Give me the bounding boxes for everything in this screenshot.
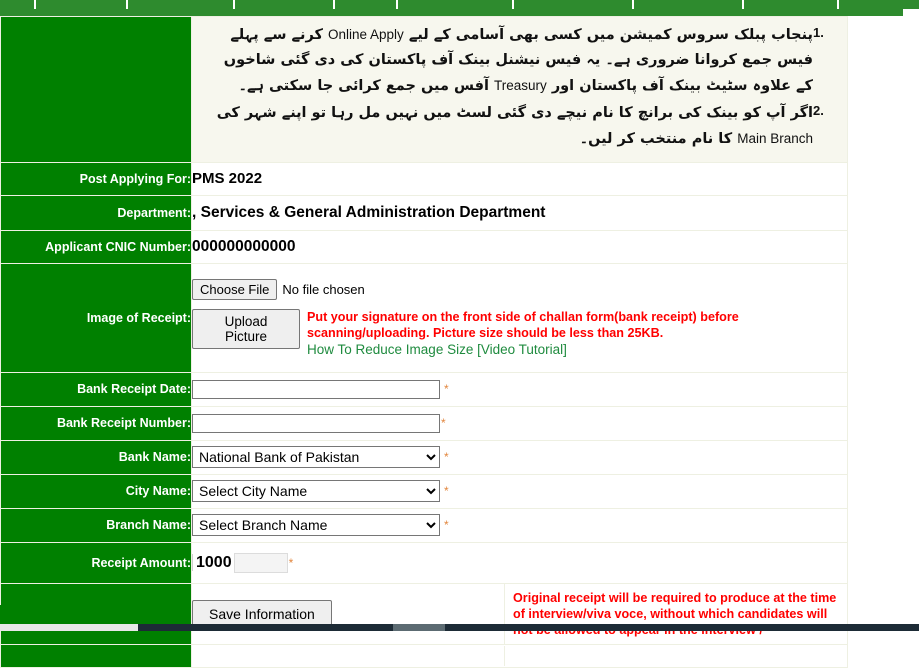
image-upload-group: Choose File No file chosen Upload Picture…: [192, 272, 847, 364]
instruction-item-2: 2. اگر آپ کو بینک کی برانچ کا نام نیچے د…: [202, 101, 835, 152]
city-name-select[interactable]: Select City Name: [192, 480, 440, 503]
instructions-cell: 1. پنجاب پبلک سروس کمیشن میں کسی بھی آسا…: [191, 16, 848, 163]
bank-name-cell: National Bank of Pakistan *: [191, 439, 848, 475]
instruction-2-seg-a: اگر آپ کو بینک کی برانچ کا نام نیچے دی گ…: [216, 105, 813, 122]
receipt-number-cell: *: [191, 405, 848, 441]
receipt-date-cell: *: [191, 371, 848, 407]
trailing-label-spacer: [0, 644, 192, 668]
post-applying-value: PMS 2022: [191, 161, 848, 196]
instruction-2-number: 2.: [813, 103, 824, 119]
table-row-receipt-number: Bank Receipt Number: *: [0, 405, 848, 441]
urdu-instructions-box: 1. پنجاب پبلک سروس کمیشن میں کسی بھی آسا…: [192, 17, 847, 162]
instruction-1-seg-a: پنجاب پبلک سروس کمیشن میں کسی بھی آسامی …: [403, 27, 813, 43]
nav-item-8[interactable]: [634, 0, 744, 9]
table-row-bank-name: Bank Name: National Bank of Pakistan *: [0, 439, 848, 475]
receipt-number-label: Bank Receipt Number:: [0, 405, 192, 441]
save-row-cell: Save Information Original receipt will b…: [191, 582, 848, 646]
file-picker-row: Choose File No file chosen: [192, 278, 847, 300]
instruction-item-1: 1. پنجاب پبلک سروس کمیشن میں کسی بھی آسا…: [202, 23, 835, 99]
table-row-department: Department: , Services & General Adminis…: [0, 194, 848, 231]
bank-name-select[interactable]: National Bank of Pakistan: [192, 446, 440, 469]
department-value: , Services & General Administration Depa…: [191, 194, 848, 231]
receipt-number-input[interactable]: [192, 413, 440, 433]
receipt-amount-label: Receipt Amount:: [0, 541, 192, 584]
table-row-post-applying: Post Applying For: PMS 2022: [0, 161, 848, 196]
choose-file-button[interactable]: Choose File: [192, 278, 278, 300]
receipt-amount-cell: 1000 *: [191, 541, 848, 584]
receipt-number-required-marker: *: [441, 416, 446, 431]
upload-warning-text: Put your signature on the front side of …: [307, 309, 739, 340]
receipt-amount-value: 1000: [192, 553, 232, 571]
upload-picture-row: Upload Picture Put your signature on the…: [192, 308, 847, 358]
instruction-2-en-main-branch: Main Branch: [737, 130, 813, 146]
save-row-inner-table: Save Information Original receipt will b…: [192, 583, 847, 645]
city-name-cell: Select City Name *: [191, 473, 848, 509]
trailing-inner-row: [192, 646, 847, 667]
table-row-city-name: City Name: Select City Name *: [0, 473, 848, 509]
save-button-cell: Save Information: [192, 584, 505, 644]
image-receipt-cell: Choose File No file chosen Upload Picture…: [191, 262, 848, 373]
branch-name-cell: Select Branch Name *: [191, 507, 848, 543]
table-row-image-receipt: Image of Receipt: Choose File No file cho…: [0, 262, 848, 373]
nav-item-1[interactable]: [0, 0, 36, 9]
top-green-band: [0, 9, 903, 16]
nav-item-4[interactable]: [235, 0, 335, 9]
instruction-1-number: 1.: [813, 25, 824, 40]
table-row-cnic: Applicant CNIC Number: 000000000000: [0, 229, 848, 264]
branch-name-select[interactable]: Select Branch Name: [192, 514, 440, 537]
instruction-2-seg-b: کا نام منتخب کر لیں۔: [579, 130, 738, 147]
branch-name-label: Branch Name:: [0, 507, 192, 543]
challan-form-table: 1. پنجاب پبلک سروس کمیشن میں کسی بھی آسا…: [0, 16, 848, 668]
instruction-1-en-treasury: Treasury: [494, 77, 547, 93]
nav-item-2[interactable]: [36, 0, 128, 9]
table-row-receipt-date: Bank Receipt Date: *: [0, 371, 848, 407]
reduce-image-size-link[interactable]: How To Reduce Image Size [Video Tutorial…: [307, 342, 567, 357]
bank-name-label: Bank Name:: [0, 439, 192, 475]
city-name-label: City Name:: [0, 473, 192, 509]
branch-name-required-marker: *: [444, 518, 449, 533]
table-row-branch-name: Branch Name: Select Branch Name *: [0, 507, 848, 543]
nav-item-5[interactable]: [335, 0, 398, 9]
cnic-value: 000000000000: [191, 229, 848, 264]
no-file-chosen-text: No file chosen: [282, 282, 365, 298]
upload-picture-button[interactable]: Upload Picture: [192, 308, 300, 349]
nav-item-10[interactable]: [839, 0, 919, 9]
instruction-1-text: پنجاب پبلک سروس کمیشن میں کسی بھی آسامی …: [202, 23, 813, 99]
image-receipt-label: Image of Receipt:: [0, 262, 192, 373]
city-name-required-marker: *: [444, 484, 449, 499]
nav-item-9[interactable]: [744, 0, 839, 9]
receipt-date-required-marker: *: [444, 382, 449, 397]
receipt-date-input[interactable]: [192, 379, 440, 399]
instruction-1-en-online-apply: Online Apply: [327, 27, 404, 42]
nav-item-7[interactable]: [514, 0, 634, 9]
taskbar-active-window-segment[interactable]: [393, 624, 445, 631]
receipt-amount-required-marker: *: [288, 555, 294, 570]
original-receipt-note-cell: Original receipt will be required to pro…: [504, 583, 847, 645]
instructions-label-spacer: [0, 16, 192, 163]
cnic-label: Applicant CNIC Number:: [0, 229, 192, 264]
trailing-inner-table: [192, 646, 847, 667]
receipt-date-label: Bank Receipt Date:: [0, 371, 192, 407]
trailing-cell: [191, 644, 848, 668]
receipt-amount-input[interactable]: [233, 552, 288, 573]
table-row-instructions: 1. پنجاب پبلک سروس کمیشن میں کسی بھی آسا…: [0, 16, 848, 163]
post-applying-label: Post Applying For:: [0, 161, 192, 196]
save-row-inner: Save Information Original receipt will b…: [192, 583, 847, 645]
instruction-1-seg-c: آفس میں جمع کرائی جا سکتی ہے۔: [238, 77, 494, 94]
instruction-2-text: اگر آپ کو بینک کی برانچ کا نام نیچے دی گ…: [202, 101, 813, 152]
taskbar-left-area: [0, 624, 138, 631]
bottom-green-block: [0, 605, 190, 624]
nav-item-6[interactable]: [398, 0, 514, 9]
trailing-right-cell: [504, 646, 847, 667]
table-row-trailing: [0, 644, 848, 668]
table-row-receipt-amount: Receipt Amount: 1000 *: [0, 541, 848, 584]
upload-note-group: Put your signature on the front side of …: [307, 309, 847, 358]
top-navigation-bar: [0, 0, 919, 9]
nav-item-3[interactable]: [128, 0, 235, 9]
department-label: Department:: [0, 194, 192, 231]
bank-name-required-marker: *: [444, 450, 449, 465]
trailing-left-cell: [192, 646, 505, 666]
